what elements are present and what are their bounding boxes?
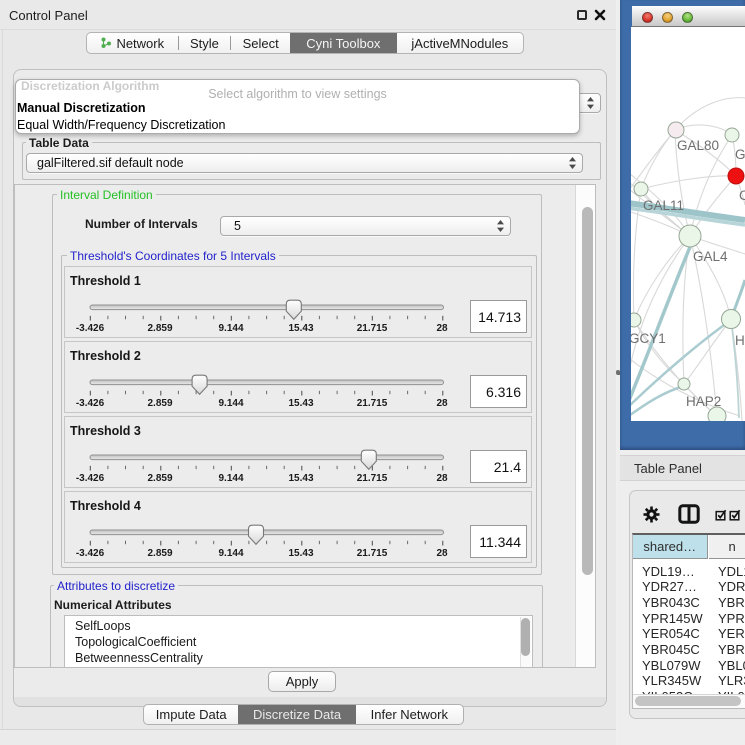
svg-text:GCY1: GCY1 (631, 331, 666, 346)
svg-text:HAP2: HAP2 (686, 394, 721, 409)
svg-text:G..: G.. (735, 147, 745, 162)
svg-text:C: C (739, 188, 745, 203)
svg-text:H: H (735, 333, 745, 348)
svg-text:GAL11: GAL11 (643, 198, 684, 213)
svg-text:GAL80: GAL80 (677, 138, 719, 153)
svg-text:GAL4: GAL4 (693, 249, 728, 264)
